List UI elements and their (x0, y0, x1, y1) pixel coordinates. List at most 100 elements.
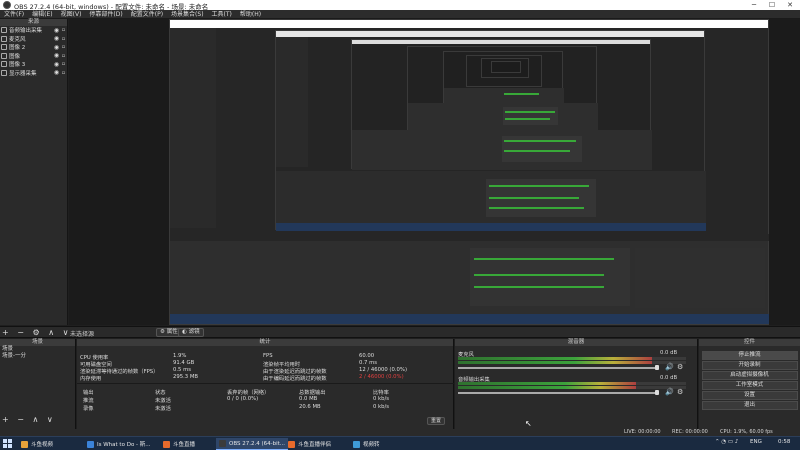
stat-label: FPS (263, 353, 273, 359)
scenes-header: 场景 (0, 339, 75, 346)
reset-button[interactable]: 重置 (427, 417, 445, 425)
stat-value: 2 / 46000 (0.0%) (359, 374, 404, 380)
source-label: 图像 3 (9, 62, 26, 69)
title-bar: OBS 27.2.4 (64-bit, windows) - 配置文件: 未命名… (0, 0, 800, 11)
output-header: 丢弃的帧（网络） (227, 390, 270, 396)
nested-obs-window-2 (275, 30, 706, 231)
exit-button[interactable]: 退出 (701, 401, 798, 410)
taskbar-app[interactable]: Is What to Do - 斯... (84, 438, 154, 450)
volume-slider-handle[interactable] (655, 390, 659, 395)
input-language[interactable]: ENG (750, 439, 762, 445)
stat-label: 由于编码延迟而跳过的帧数 (263, 376, 327, 382)
source-item[interactable]: 音频输出采集 ◉ ▫ (0, 26, 67, 35)
scene-item[interactable]: 场景-一分 (0, 353, 75, 360)
app-icon (353, 440, 360, 448)
menu-bar: 文件(F) 编辑(E) 视图(V) 停靠部件(D) 配置文件(P) 场景集合(S) 工具(T… (0, 10, 800, 19)
taskbar-app[interactable]: 视频转 (350, 438, 383, 450)
output-cell: 未激活 (155, 398, 171, 404)
status-bar: LIVE: 00:00:00 REC: 00:00:00 CPU: 1.9%, … (0, 429, 800, 436)
eye-icon[interactable]: ◉ (53, 35, 60, 42)
filters-button[interactable]: ◐ 滤镜 (178, 328, 204, 337)
app-icon (87, 440, 94, 448)
stats-dock: 统计 CPU 使用率 1.9% 可用磁盘空间 91.4 GB 渲染延滞等待通过的… (77, 339, 454, 429)
clock[interactable]: 0:58 (778, 439, 790, 445)
output-cell: 未激活 (155, 406, 171, 412)
unlock-icon[interactable]: ▫ (60, 53, 67, 59)
controls-dock: 控件 停止推流 开始录制 启动虚拟摄像机 工作室模式 设置 退出 (699, 339, 800, 429)
obs-app-icon (219, 440, 226, 447)
scene-toolbar-buttons[interactable]: + − ∧ ∨ (2, 415, 56, 424)
tray-icons[interactable]: ⌃ ◔ ▭ ♪ (715, 439, 738, 445)
volume-slider-handle[interactable] (655, 365, 659, 370)
unlock-icon[interactable]: ▫ (60, 44, 67, 50)
app-icon (21, 440, 28, 448)
source-toolbar: + − ⚙ ∧ ∨ 未选择源 ⚙ 属性 ◐ 滤镜 (0, 326, 800, 338)
unlock-icon[interactable]: ▫ (60, 27, 67, 33)
output-cell: 录像 (83, 406, 94, 412)
maximize-button[interactable]: ☐ (764, 0, 780, 10)
filters-button-label: 滤镜 (188, 329, 200, 335)
properties-button-label: 属性 (166, 329, 178, 335)
start-recording-button[interactable]: 开始录制 (701, 361, 798, 370)
gear-icon[interactable]: ⚙ (677, 388, 683, 396)
volume-slider[interactable] (458, 367, 658, 369)
menu-tools[interactable]: 工具(T) (208, 10, 236, 19)
speaker-icon[interactable]: 🔊 (665, 363, 674, 371)
source-label: 图像 (9, 53, 21, 60)
menu-docks[interactable]: 停靠部件(D) (85, 10, 126, 19)
source-label: 图像 2 (9, 45, 26, 52)
source-item[interactable]: 显示器采集 ◉ ▫ (0, 69, 67, 78)
taskbar-app-label: OBS 27.2.4 (64-bit... (229, 440, 286, 447)
taskbar-app[interactable]: 斗鱼直播伴侣 (285, 438, 334, 450)
unlock-icon[interactable]: ▫ (60, 36, 67, 42)
app-icon (288, 440, 295, 448)
settings-button[interactable]: 设置 (701, 391, 798, 400)
menu-edit[interactable]: 编辑(E) (28, 10, 56, 19)
source-item[interactable]: 图像 ◉ ▫ (0, 52, 67, 61)
close-button[interactable]: ✕ (782, 0, 798, 10)
sources-header: 来源 (0, 19, 67, 26)
taskbar-app[interactable]: 斗鱼直播 (160, 438, 198, 450)
eye-icon[interactable]: ◉ (53, 61, 60, 68)
menu-view[interactable]: 视图(V) (57, 10, 86, 19)
output-cell: 0 kb/s (373, 396, 390, 402)
eye-icon[interactable]: ◉ (53, 69, 60, 76)
source-toolbar-buttons[interactable]: + − ⚙ ∧ ∨ (2, 328, 71, 337)
menu-scene-collection[interactable]: 场景集合(S) (167, 10, 208, 19)
output-header: 总数据输出 (299, 390, 326, 396)
preview-canvas[interactable] (169, 19, 769, 325)
stop-streaming-button[interactable]: 停止推流 (701, 351, 798, 360)
preview-area[interactable] (69, 19, 800, 325)
windows-start-icon[interactable] (3, 439, 12, 448)
start-virtual-camera-button[interactable]: 启动虚拟摄像机 (701, 371, 798, 380)
speaker-icon[interactable]: 🔊 (665, 388, 674, 396)
volume-slider[interactable] (458, 392, 658, 394)
source-item[interactable]: 图像 2 ◉ ▫ (0, 43, 67, 52)
gear-icon[interactable]: ⚙ (677, 363, 683, 371)
menu-profile[interactable]: 配置文件(P) (127, 10, 167, 19)
minimize-button[interactable]: ─ (746, 0, 762, 10)
output-header: 状态 (155, 390, 166, 396)
eye-icon[interactable]: ◉ (53, 44, 60, 51)
output-cell: 0.0 MB (299, 396, 318, 402)
unlock-icon[interactable]: ▫ (60, 61, 67, 67)
menu-file[interactable]: 文件(F) (0, 10, 28, 19)
stats-header: 统计 (77, 339, 453, 346)
taskbar-app[interactable]: 斗鱼视频 (18, 438, 56, 450)
scene-item[interactable]: 场景 (0, 346, 75, 353)
studio-mode-button[interactable]: 工作室模式 (701, 381, 798, 390)
eye-icon[interactable]: ◉ (53, 27, 60, 34)
mouse-cursor-icon: ↖ (525, 419, 532, 428)
nested-obs-window (169, 19, 769, 325)
taskbar-app-active[interactable]: OBS 27.2.4 (64-bit... (216, 438, 289, 450)
nested-title-bar (170, 20, 768, 28)
unlock-icon[interactable]: ▫ (60, 70, 67, 76)
mixer-channel-db: 0.0 dB (660, 375, 678, 381)
menu-help[interactable]: 帮助(H) (236, 10, 265, 19)
live-status: LIVE: 00:00:00 (624, 429, 661, 435)
output-header: 输出 (83, 390, 94, 396)
source-item[interactable]: 图像 3 ◉ ▫ (0, 60, 67, 69)
source-item[interactable]: 麦克风 ◉ ▫ (0, 35, 67, 44)
eye-icon[interactable]: ◉ (53, 52, 60, 59)
stat-value: 12 / 46000 (0.0%) (359, 367, 408, 373)
